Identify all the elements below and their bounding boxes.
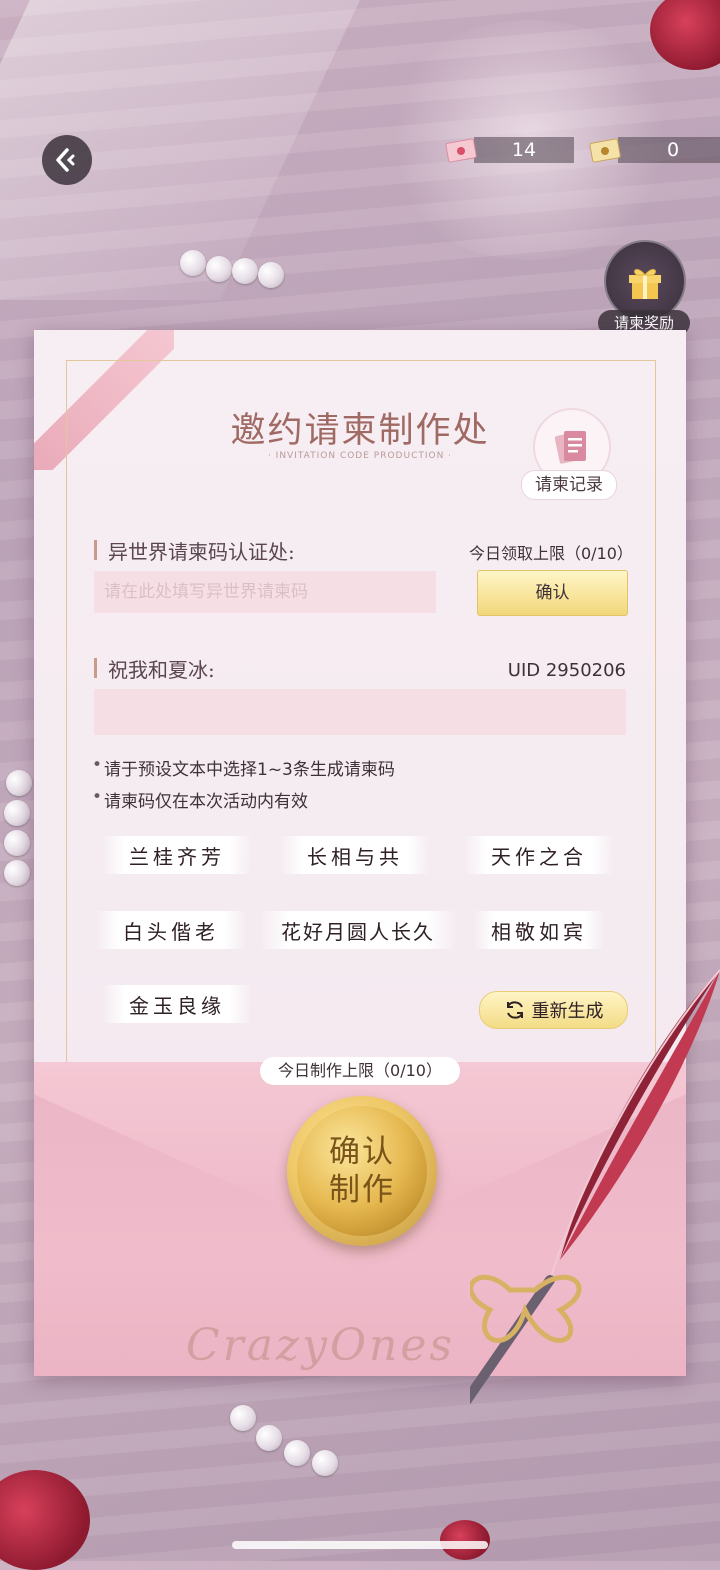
- gold-letter-icon: [589, 138, 621, 163]
- daily-make-limit: 今日制作上限（0/10）: [260, 1057, 460, 1085]
- pearl-decoration: [6, 770, 32, 796]
- pink-envelope-icon: [445, 138, 477, 163]
- home-indicator: [232, 1541, 488, 1549]
- message-section-label: 祝我和夏冰:: [94, 654, 215, 683]
- back-arrow-icon: [56, 148, 75, 172]
- pearl-decoration: [284, 1440, 310, 1466]
- invitation-record-button[interactable]: 请柬记录: [521, 408, 621, 500]
- pearl-decoration: [230, 1405, 256, 1431]
- record-label: 请柬记录: [521, 470, 617, 500]
- phrase-option[interactable]: 长相与共: [280, 836, 430, 874]
- invitation-code-input[interactable]: [94, 571, 436, 613]
- phrase-option[interactable]: 白头偕老: [96, 911, 246, 949]
- confirm-make-seal-button[interactable]: 确认 制作: [287, 1096, 437, 1246]
- back-button[interactable]: [42, 135, 92, 185]
- invitation-reward-button[interactable]: 请柬奖励: [598, 240, 690, 336]
- rose-decoration: [440, 1520, 490, 1560]
- phrase-option[interactable]: 花好月圆人长久: [260, 911, 456, 949]
- quill-pen-decoration: [470, 969, 720, 1405]
- note-item: 请于预设文本中选择1~3条生成请柬码: [92, 755, 395, 780]
- pearl-decoration: [180, 250, 206, 276]
- claim-limit: 今日领取上限（0/10）: [469, 544, 633, 563]
- message-display-box: [94, 689, 626, 735]
- pearl-decoration: [256, 1425, 282, 1451]
- document-icon: [555, 431, 586, 464]
- letter-count: 0: [618, 137, 720, 163]
- seal-text-line1: 确认: [329, 1134, 395, 1170]
- pearl-decoration: [4, 800, 30, 826]
- gift-icon: [629, 269, 661, 299]
- phrase-option[interactable]: 天作之合: [464, 836, 614, 874]
- pearl-decoration: [206, 256, 232, 282]
- letter-counter: 0: [588, 136, 720, 164]
- pearl-decoration: [4, 830, 30, 856]
- user-id: UID 2950206: [507, 660, 626, 681]
- pearl-decoration: [232, 258, 258, 284]
- seal-text-line2: 制作: [329, 1172, 395, 1208]
- note-item: 请柬码仅在本次活动内有效: [92, 787, 308, 812]
- pearl-decoration: [4, 860, 30, 886]
- pearl-decoration: [258, 262, 284, 288]
- brand-script: CrazyOnes: [186, 1320, 455, 1371]
- confirm-button[interactable]: 确认: [477, 570, 628, 616]
- phrase-option[interactable]: 金玉良缘: [102, 985, 252, 1023]
- pearl-decoration: [312, 1450, 338, 1476]
- code-section-label: 异世界请柬码认证处:: [94, 536, 295, 565]
- envelope-count: 14: [474, 137, 574, 163]
- phrase-option[interactable]: 相敬如宾: [474, 911, 604, 949]
- phrase-option[interactable]: 兰桂齐芳: [102, 836, 252, 874]
- envelope-counter: 14: [444, 136, 574, 164]
